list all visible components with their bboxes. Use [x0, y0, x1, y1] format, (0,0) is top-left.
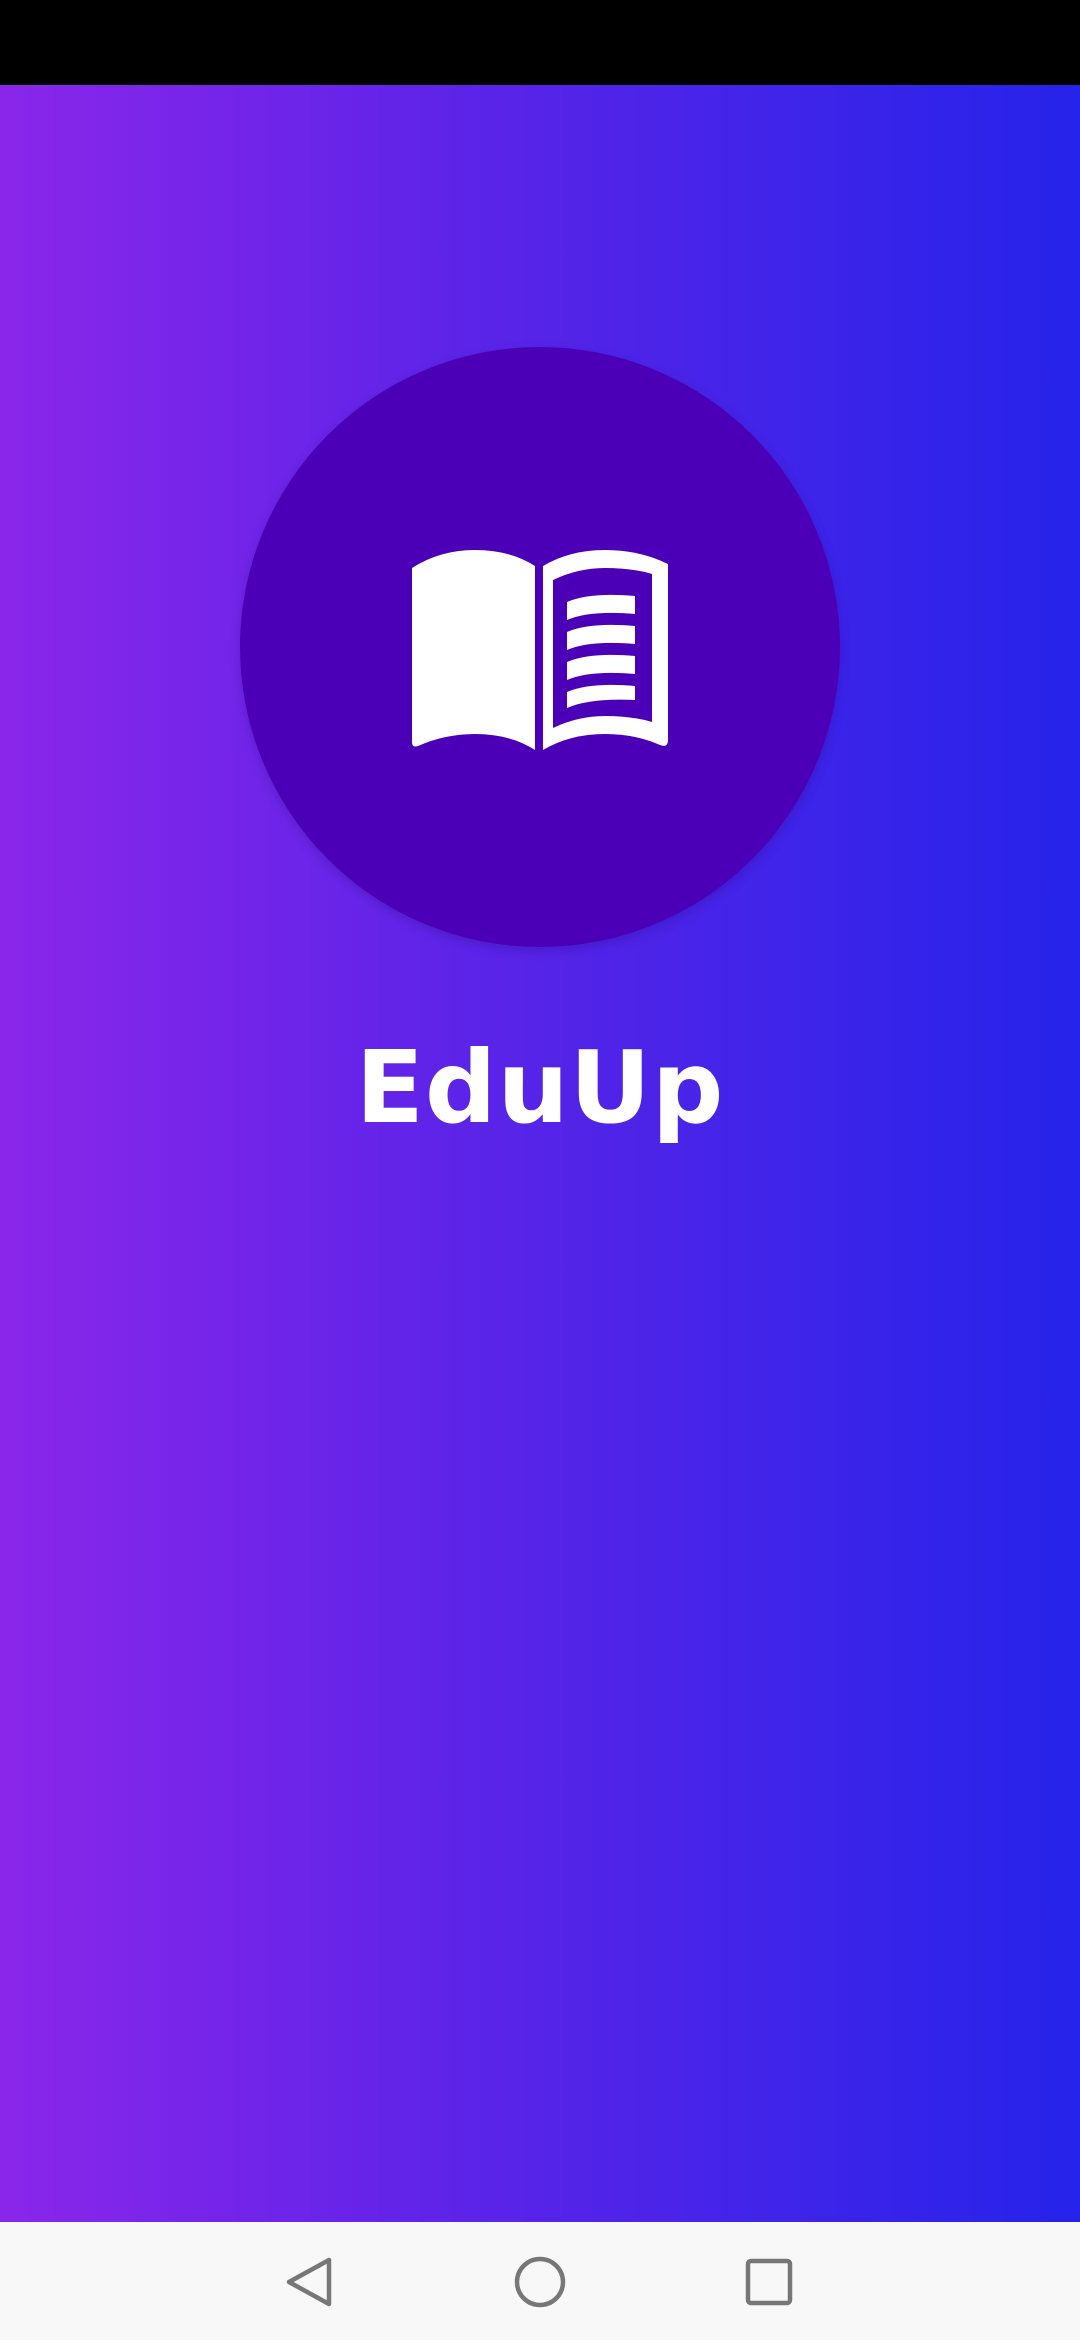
recents-square-icon — [745, 2258, 793, 2306]
home-circle-icon — [514, 2256, 566, 2308]
back-triangle-icon — [286, 2257, 332, 2307]
splash-screen: EduUp — [0, 85, 1080, 2222]
app-title: EduUp — [355, 1029, 725, 1146]
home-button[interactable] — [510, 2252, 570, 2312]
logo-circle — [240, 347, 840, 947]
recents-button[interactable] — [739, 2252, 799, 2312]
back-button[interactable] — [279, 2252, 339, 2312]
open-book-icon — [412, 549, 668, 750]
status-bar — [0, 0, 1080, 85]
